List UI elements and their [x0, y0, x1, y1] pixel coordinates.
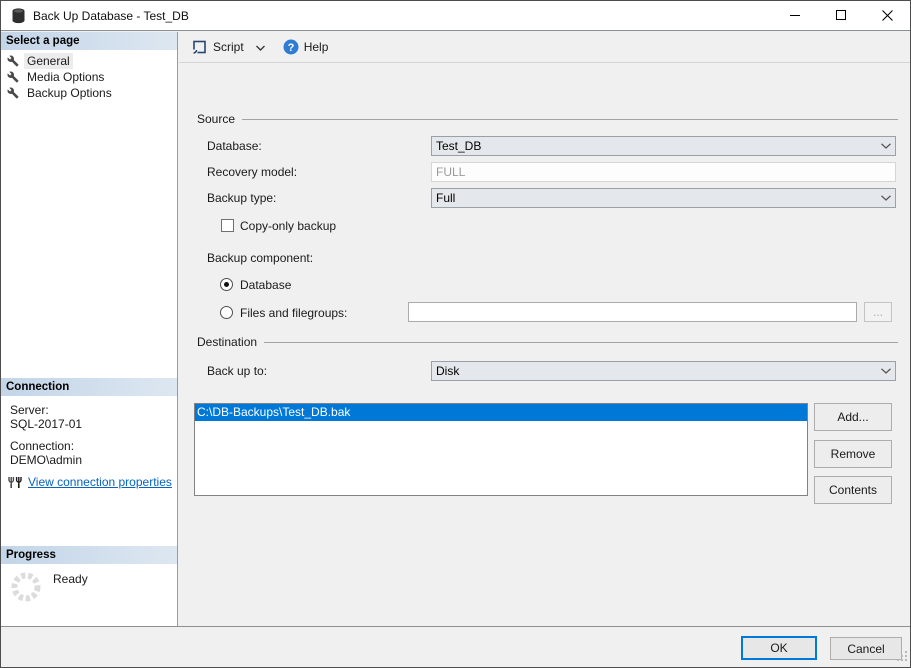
backup-component-label: Backup component: [207, 251, 314, 265]
database-value: Test_DB [436, 139, 482, 153]
view-connection-properties-row: View connection properties [8, 475, 172, 489]
contents-button[interactable]: Contents [814, 476, 892, 504]
backup-type-select[interactable]: Full [431, 188, 896, 208]
chevron-down-icon [877, 143, 895, 149]
cancel-button[interactable]: Cancel [830, 637, 902, 660]
browse-files-button[interactable]: ... [864, 302, 892, 322]
resize-grip[interactable] [896, 650, 908, 665]
database-label: Database: [207, 139, 262, 153]
sidebar-item-general[interactable]: General [7, 53, 167, 69]
list-item[interactable]: C:\DB-Backups\Test_DB.bak [195, 404, 807, 421]
chevron-down-icon [255, 45, 265, 51]
script-dropdown-button[interactable] [252, 37, 269, 57]
source-group-label: Source [197, 112, 236, 126]
server-label: Server: [10, 403, 49, 417]
maximize-icon [835, 10, 846, 20]
svg-text:?: ? [287, 42, 294, 54]
back-up-to-select[interactable]: Disk [431, 361, 896, 381]
close-button[interactable] [864, 1, 910, 30]
database-select[interactable]: Test_DB [431, 136, 896, 156]
backup-destinations-list[interactable]: C:\DB-Backups\Test_DB.bak [194, 403, 808, 496]
wrench-icon [7, 71, 19, 83]
window-title: Back Up Database - Test_DB [33, 9, 189, 23]
radio-database-label: Database [240, 278, 292, 292]
maximize-button[interactable] [818, 1, 864, 30]
sidebar: Select a page General Media Options Back… [1, 32, 178, 627]
back-up-to-label: Back up to: [207, 364, 268, 378]
help-label: Help [303, 40, 329, 54]
sidebar-item-label: Media Options [27, 70, 105, 84]
chevron-down-icon [877, 368, 895, 374]
sidebar-item-backup-options[interactable]: Backup Options [7, 85, 167, 101]
help-icon: ? [283, 39, 299, 55]
remove-button[interactable]: Remove [814, 440, 892, 468]
minimize-button[interactable] [772, 1, 818, 30]
source-group-rule [242, 118, 898, 120]
dialog-toolbar: Script ? Help [179, 32, 910, 63]
copy-only-backup-label: Copy-only backup [240, 219, 337, 233]
connection-label: Connection: [10, 439, 75, 453]
progress-header: Progress [1, 546, 177, 564]
main-panel: Script ? Help Source Database: Test_DB R… [179, 32, 910, 627]
copy-only-backup-checkbox[interactable] [221, 219, 234, 232]
destination-group-header: Destination [197, 335, 898, 349]
script-label: Script [213, 40, 244, 54]
progress-status-row: Ready [9, 570, 88, 604]
window-controls [772, 1, 910, 30]
radio-files-filegroups-label: Files and filegroups: [240, 306, 348, 320]
server-value: SQL-2017-01 [10, 417, 83, 431]
recovery-model-field: FULL [431, 162, 896, 182]
destination-group-rule [264, 341, 898, 343]
backup-database-dialog: Back Up Database - Test_DB Select a page… [0, 0, 911, 668]
radio-database[interactable] [220, 278, 233, 291]
radio-files-filegroups[interactable] [220, 306, 233, 319]
minimize-icon [789, 15, 800, 16]
close-icon [881, 10, 893, 21]
connection-properties-icon [8, 476, 22, 488]
destination-group-label: Destination [197, 335, 258, 349]
chevron-down-icon [877, 195, 895, 201]
progress-spinner-icon [11, 572, 41, 602]
progress-status: Ready [53, 572, 88, 586]
sidebar-item-label: General [24, 53, 73, 69]
script-icon [193, 40, 206, 54]
wrench-icon [7, 55, 19, 67]
select-a-page-header: Select a page [1, 32, 177, 50]
backup-type-label: Backup type: [207, 191, 277, 205]
recovery-model-label: Recovery model: [207, 165, 298, 179]
help-button[interactable]: ? Help [279, 36, 333, 58]
database-icon [11, 8, 26, 27]
wrench-icon [7, 87, 19, 99]
connection-header: Connection [1, 378, 177, 396]
title-bar[interactable]: Back Up Database - Test_DB [1, 1, 910, 31]
backup-type-value: Full [436, 191, 456, 205]
add-button[interactable]: Add... [814, 403, 892, 431]
script-button[interactable]: Script [188, 37, 248, 58]
files-filegroups-input[interactable] [408, 302, 857, 322]
view-connection-properties-link[interactable]: View connection properties [28, 475, 172, 489]
ok-button[interactable]: OK [741, 636, 817, 660]
sidebar-item-media-options[interactable]: Media Options [7, 69, 167, 85]
general-page-content: Source Database: Test_DB Recovery model:… [179, 63, 910, 627]
dialog-footer: OK Cancel [1, 626, 910, 667]
source-group-header: Source [197, 112, 898, 126]
back-up-to-value: Disk [436, 364, 460, 378]
connection-value: DEMO\admin [10, 453, 83, 467]
sidebar-item-label: Backup Options [27, 86, 112, 100]
recovery-model-value: FULL [436, 165, 466, 179]
